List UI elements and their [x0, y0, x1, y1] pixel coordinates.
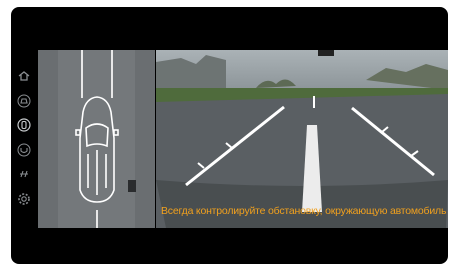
safety-warning: Всегда контролируйте обстановку, окружаю…	[161, 205, 447, 217]
parking-sensor-button[interactable]	[15, 165, 33, 183]
rear-camera-icon	[17, 143, 31, 157]
rear-camera-view[interactable]	[156, 50, 448, 228]
rear-camera-scene	[156, 50, 448, 228]
top-view-camera[interactable]	[38, 50, 155, 228]
home-button[interactable]	[15, 67, 33, 85]
home-icon	[18, 71, 30, 81]
top-view-button[interactable]	[15, 116, 33, 134]
front-camera-icon	[17, 94, 31, 108]
top-view-icon	[17, 118, 31, 132]
camera-mode-rail	[11, 52, 38, 232]
settings-button[interactable]	[15, 190, 33, 208]
front-camera-button[interactable]	[15, 92, 33, 110]
top-view-scene	[38, 50, 155, 228]
parking-sensor-icon	[20, 170, 28, 178]
device-bezel: Всегда контролируйте обстановку, окружаю…	[0, 0, 449, 271]
rear-camera-button[interactable]	[15, 141, 33, 159]
settings-icon	[18, 193, 30, 205]
display-screen: Всегда контролируйте обстановку, окружаю…	[11, 7, 448, 264]
